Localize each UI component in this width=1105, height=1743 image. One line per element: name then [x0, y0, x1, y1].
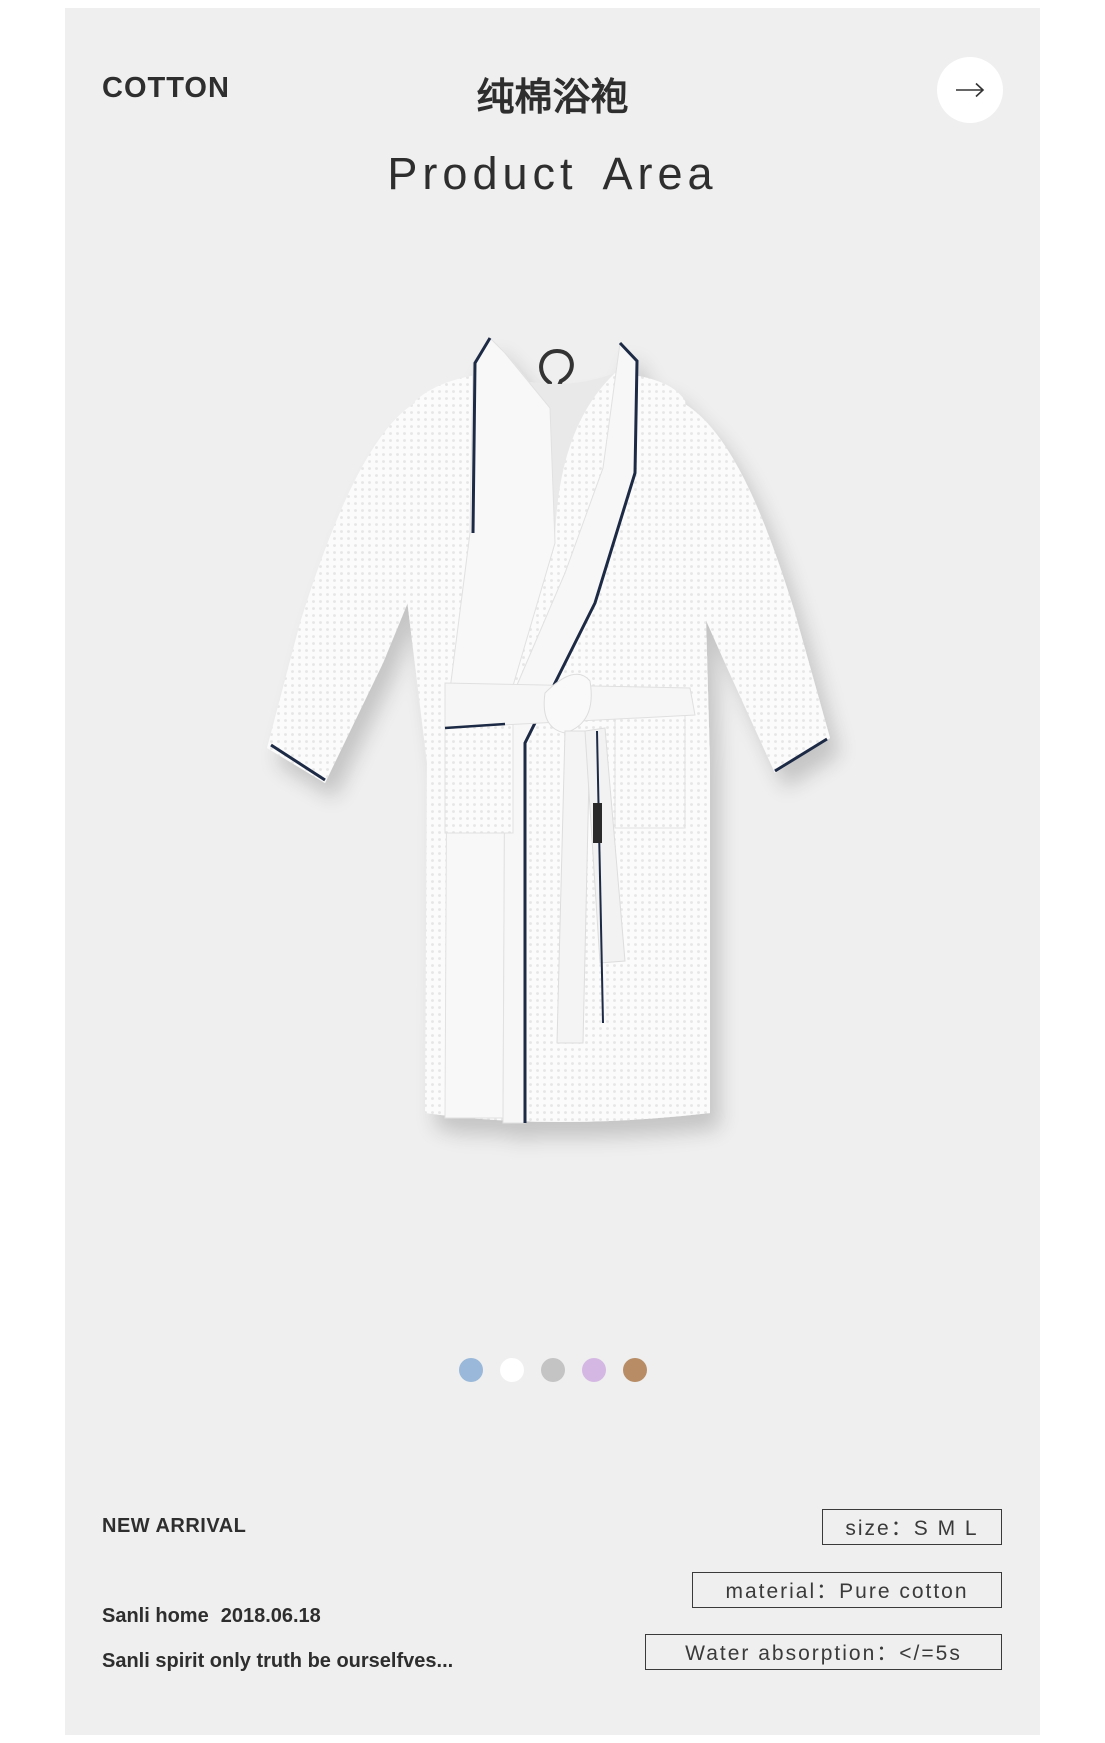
- new-arrival-label: NEW ARRIVAL: [102, 1515, 247, 1537]
- size-spec-tag: size：S M L: [822, 1509, 1002, 1545]
- bathrobe-image: [267, 337, 830, 1124]
- color-swatches: [65, 1358, 1040, 1382]
- next-button[interactable]: [937, 57, 1003, 123]
- color-swatch-gray[interactable]: [540, 1358, 565, 1382]
- arrow-right-icon: [956, 82, 985, 98]
- color-swatch-brown[interactable]: [622, 1358, 647, 1382]
- material-spec-tag: material：Pure cotton: [692, 1572, 1002, 1608]
- store-name: Sanli home: [102, 1605, 209, 1627]
- page-title-en: Product Area: [387, 148, 718, 199]
- water-absorption-spec-tag: Water absorption：</=5s: [645, 1634, 1002, 1670]
- store-date: 2018.06.18: [220, 1605, 321, 1627]
- color-swatch-white[interactable]: [499, 1358, 524, 1382]
- product-card: COTTON 纯棉浴袍 Product Area NEW ARRIVAL San…: [65, 8, 1040, 1735]
- page-title-cn: 纯棉浴袍: [476, 75, 629, 119]
- color-swatch-lavender[interactable]: [581, 1358, 606, 1382]
- slogan-text: Sanli spirit only truth be ourselfves...: [102, 1650, 454, 1672]
- store-info: Sanli home 2018.06.18: [102, 1605, 321, 1628]
- color-swatch-blue[interactable]: [458, 1358, 483, 1382]
